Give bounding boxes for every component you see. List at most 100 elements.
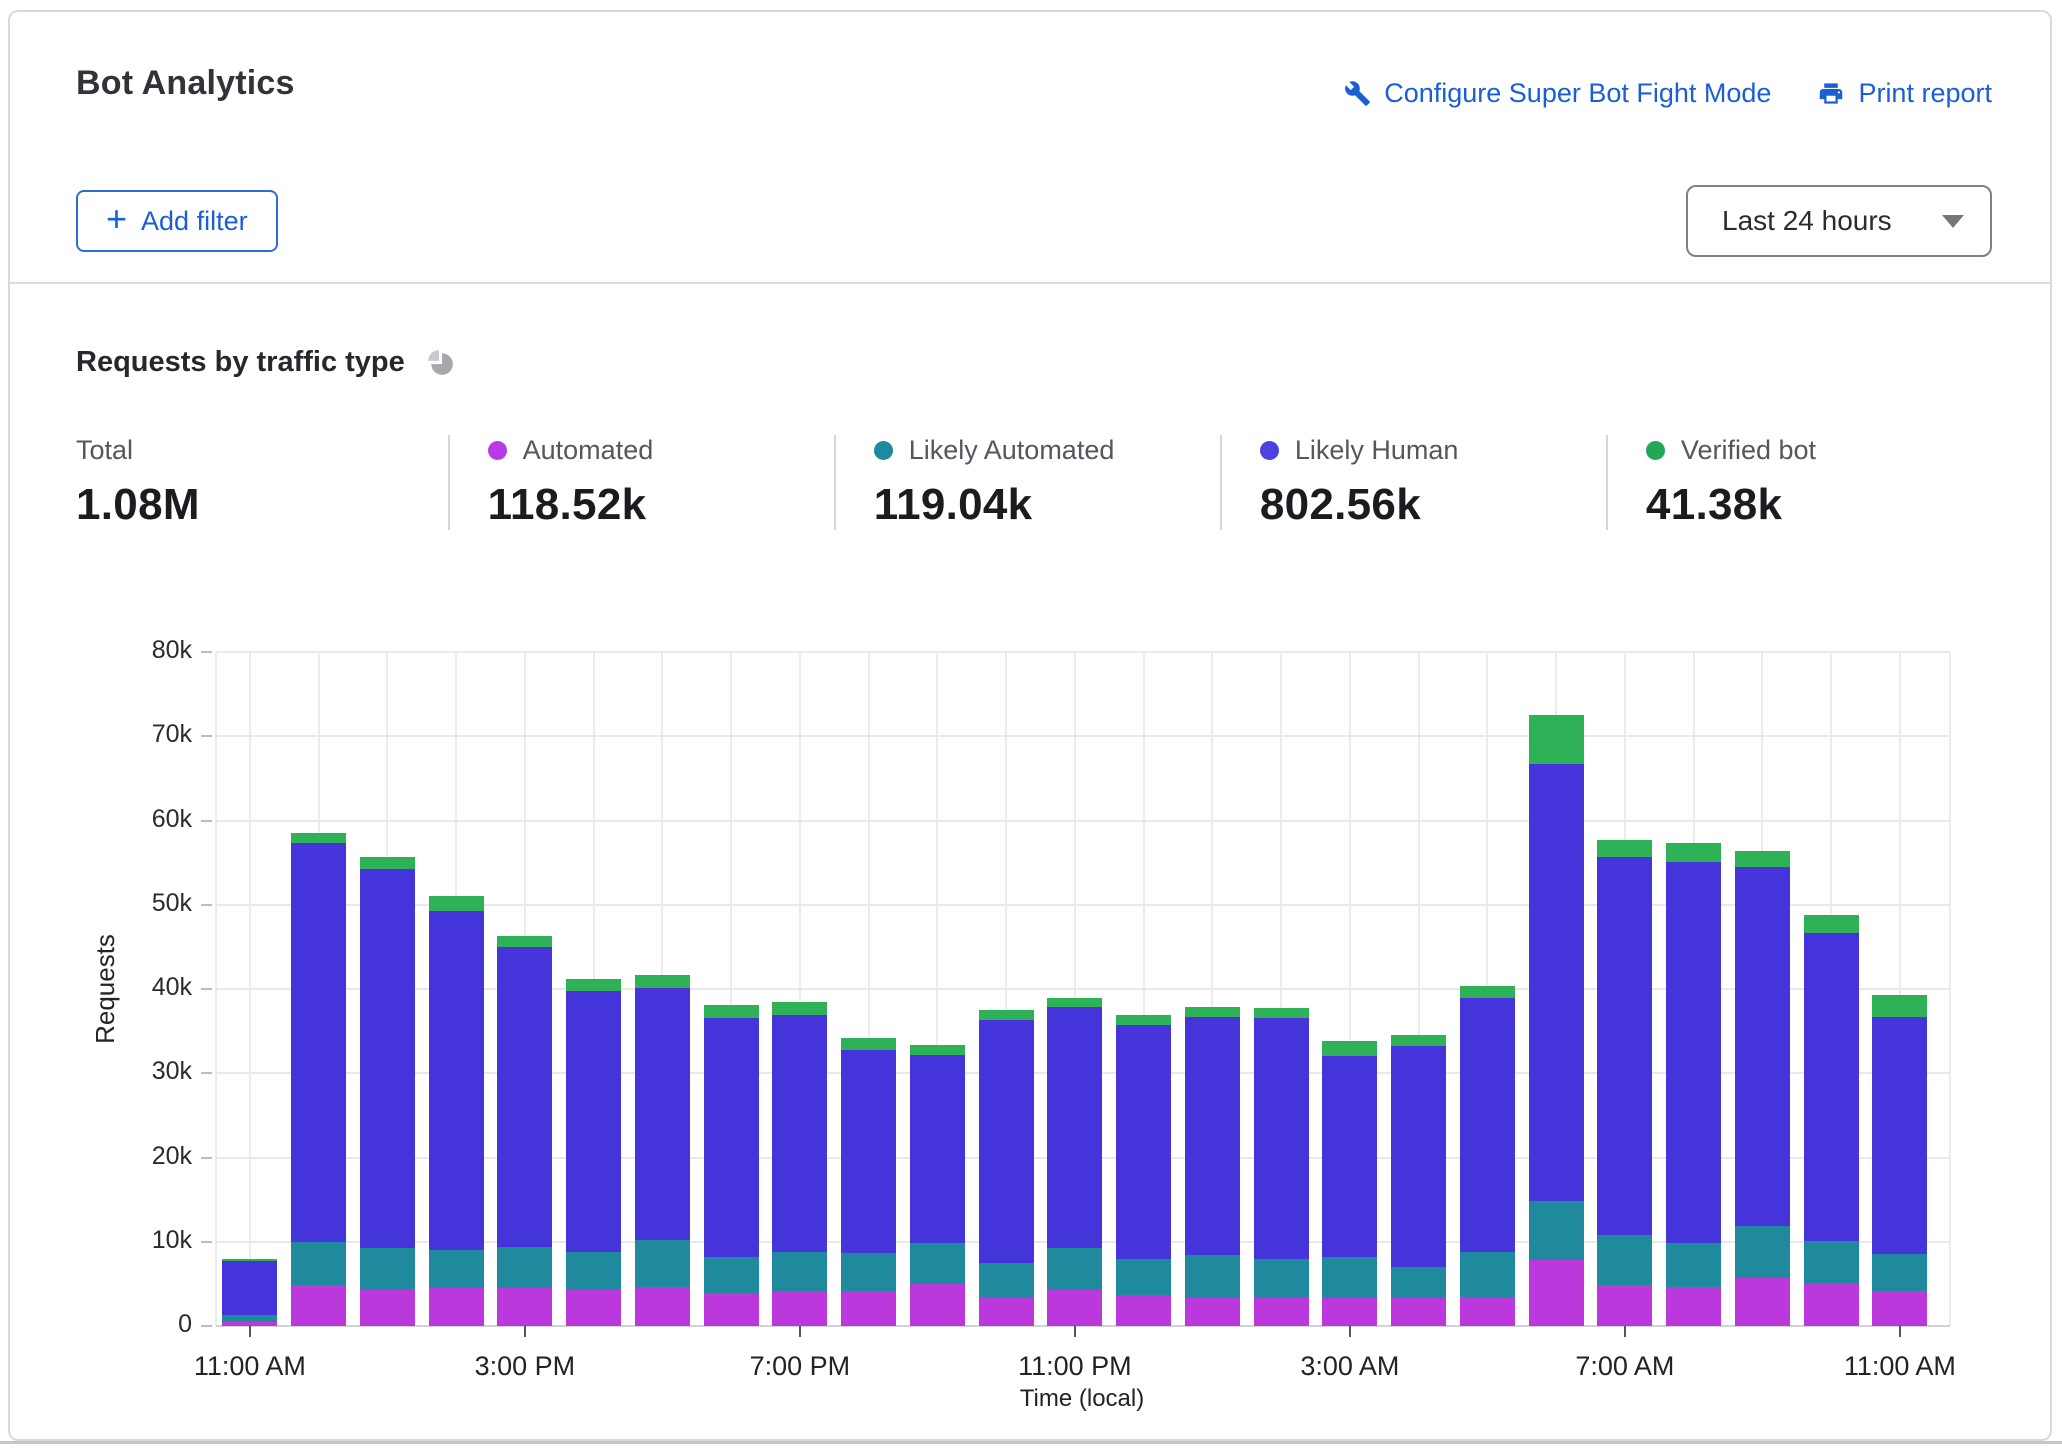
print-report-link[interactable]: Print report [1817,78,1992,109]
bar-24-likely-automated[interactable] [1872,1254,1927,1290]
bar-15-verified-bot[interactable] [1254,1008,1309,1019]
bar-14-verified-bot[interactable] [1185,1007,1240,1017]
bar-13-likely-automated[interactable] [1116,1259,1171,1295]
bar-15-likely-automated[interactable] [1254,1259,1309,1297]
bar-18-automated[interactable] [1460,1297,1515,1326]
bar-0-likely-human[interactable] [222,1261,277,1315]
bar-18-verified-bot[interactable] [1460,986,1515,998]
bar-8-likely-automated[interactable] [772,1252,827,1291]
bar-10-likely-human[interactable] [910,1055,965,1243]
add-filter-button[interactable]: + Add filter [76,190,278,252]
bar-4-automated[interactable] [497,1288,552,1326]
bar-14-likely-automated[interactable] [1185,1255,1240,1298]
bar-16-verified-bot[interactable] [1322,1041,1377,1056]
bar-0-likely-automated[interactable] [222,1315,277,1322]
bar-13-likely-human[interactable] [1116,1025,1171,1258]
bar-0-verified-bot[interactable] [222,1259,277,1262]
bar-7-automated[interactable] [704,1293,759,1326]
bar-21-automated[interactable] [1666,1287,1721,1326]
bar-19-likely-human[interactable] [1529,764,1584,1201]
bar-24-automated[interactable] [1872,1291,1927,1326]
bar-7-verified-bot[interactable] [704,1005,759,1018]
bar-11-verified-bot[interactable] [979,1010,1034,1020]
bar-2-likely-human[interactable] [360,869,415,1247]
bar-20-automated[interactable] [1597,1285,1652,1326]
bar-5-verified-bot[interactable] [566,979,621,991]
bar-21-likely-automated[interactable] [1666,1243,1721,1287]
bar-12-likely-human[interactable] [1047,1007,1102,1248]
bar-23-likely-human[interactable] [1804,933,1859,1241]
bar-9-automated[interactable] [841,1291,896,1326]
bar-24-verified-bot[interactable] [1872,995,1927,1017]
bar-19-automated[interactable] [1529,1260,1584,1326]
bar-1-likely-human[interactable] [291,843,346,1242]
bar-2-automated[interactable] [360,1289,415,1326]
bar-12-verified-bot[interactable] [1047,998,1102,1006]
bar-5-likely-automated[interactable] [566,1252,621,1289]
bar-4-likely-human[interactable] [497,947,552,1247]
bar-3-likely-automated[interactable] [429,1250,484,1288]
bar-12-likely-automated[interactable] [1047,1248,1102,1290]
bar-17-likely-human[interactable] [1391,1046,1446,1267]
bar-10-automated[interactable] [910,1284,965,1326]
bar-19-likely-automated[interactable] [1529,1201,1584,1260]
bar-4-verified-bot[interactable] [497,936,552,947]
bar-7-likely-human[interactable] [704,1018,759,1256]
bar-6-verified-bot[interactable] [635,975,690,988]
configure-super-bot-fight-mode-link[interactable]: Configure Super Bot Fight Mode [1344,78,1771,109]
bar-20-verified-bot[interactable] [1597,840,1652,857]
bar-8-automated[interactable] [772,1291,827,1326]
bar-13-verified-bot[interactable] [1116,1015,1171,1025]
bar-9-verified-bot[interactable] [841,1038,896,1050]
bar-9-likely-human[interactable] [841,1050,896,1253]
bar-23-likely-automated[interactable] [1804,1241,1859,1283]
bar-17-likely-automated[interactable] [1391,1267,1446,1298]
bar-17-verified-bot[interactable] [1391,1035,1446,1046]
bar-16-likely-human[interactable] [1322,1056,1377,1257]
bar-9-likely-automated[interactable] [841,1253,896,1292]
bar-10-likely-automated[interactable] [910,1243,965,1284]
time-range-select[interactable]: Last 24 hours [1686,185,1992,257]
bar-13-automated[interactable] [1116,1295,1171,1326]
bar-17-automated[interactable] [1391,1298,1446,1326]
bar-15-automated[interactable] [1254,1297,1309,1326]
bar-1-verified-bot[interactable] [291,833,346,843]
bar-23-automated[interactable] [1804,1283,1859,1326]
bar-14-likely-human[interactable] [1185,1017,1240,1255]
bar-21-likely-human[interactable] [1666,862,1721,1244]
bar-8-verified-bot[interactable] [772,1002,827,1015]
bar-6-likely-automated[interactable] [635,1240,690,1287]
bar-6-automated[interactable] [635,1287,690,1326]
bar-20-likely-human[interactable] [1597,857,1652,1235]
bar-24-likely-human[interactable] [1872,1017,1927,1255]
bar-4-likely-automated[interactable] [497,1247,552,1288]
bar-22-verified-bot[interactable] [1735,851,1790,867]
bar-1-automated[interactable] [291,1285,346,1326]
bar-5-likely-human[interactable] [566,991,621,1252]
bar-3-likely-human[interactable] [429,911,484,1251]
bar-22-likely-human[interactable] [1735,867,1790,1226]
bar-12-automated[interactable] [1047,1290,1102,1326]
bar-8-likely-human[interactable] [772,1015,827,1252]
bar-15-likely-human[interactable] [1254,1018,1309,1258]
bar-16-automated[interactable] [1322,1298,1377,1326]
bar-3-automated[interactable] [429,1288,484,1326]
bar-22-automated[interactable] [1735,1278,1790,1326]
bar-22-likely-automated[interactable] [1735,1226,1790,1278]
bar-10-verified-bot[interactable] [910,1045,965,1055]
bar-1-likely-automated[interactable] [291,1242,346,1285]
bar-2-likely-automated[interactable] [360,1248,415,1289]
bar-18-likely-human[interactable] [1460,998,1515,1252]
bar-6-likely-human[interactable] [635,988,690,1240]
bar-11-likely-human[interactable] [979,1020,1034,1263]
bar-3-verified-bot[interactable] [429,896,484,910]
bar-14-automated[interactable] [1185,1298,1240,1326]
bar-5-automated[interactable] [566,1289,621,1326]
bar-7-likely-automated[interactable] [704,1257,759,1293]
bar-19-verified-bot[interactable] [1529,715,1584,764]
bar-0-automated[interactable] [222,1322,277,1326]
bar-18-likely-automated[interactable] [1460,1252,1515,1298]
bar-11-likely-automated[interactable] [979,1263,1034,1298]
bar-23-verified-bot[interactable] [1804,915,1859,933]
bar-20-likely-automated[interactable] [1597,1235,1652,1285]
